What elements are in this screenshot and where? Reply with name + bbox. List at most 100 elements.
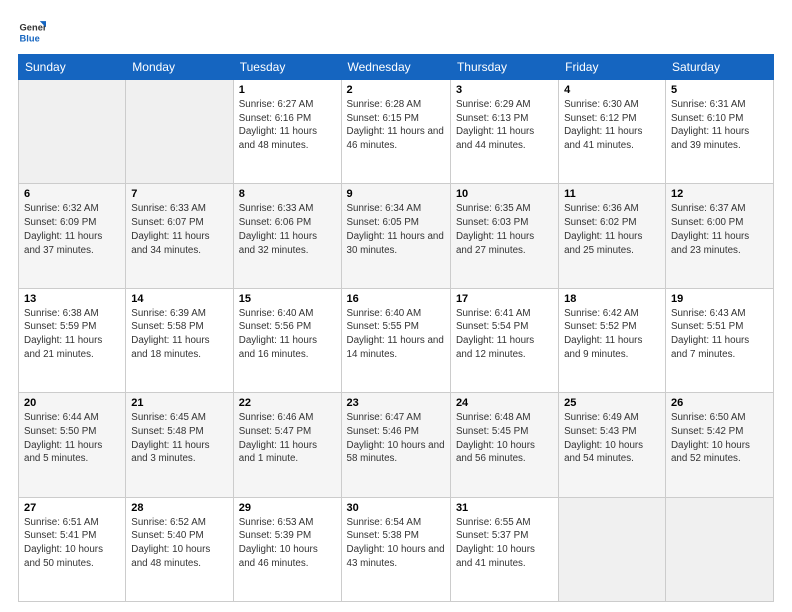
day-info: Sunrise: 6:35 AMSunset: 6:03 PMDaylight:… (456, 202, 553, 257)
day-info: Sunrise: 6:38 AMSunset: 5:59 PMDaylight:… (24, 307, 120, 362)
calendar-header-friday: Friday (559, 55, 666, 80)
calendar-cell: 2 Sunrise: 6:28 AMSunset: 6:15 PMDaylight… (341, 80, 450, 184)
calendar-cell: 24Sunrise: 6:48 AMSunset: 5:45 PMDayligh… (450, 393, 558, 497)
day-number: 16 (347, 293, 445, 305)
day-number: 23 (347, 397, 445, 409)
day-info: Sunrise: 6:32 AMSunset: 6:09 PMDaylight:… (24, 202, 120, 257)
day-info: Sunrise: 6:33 AMSunset: 6:06 PMDaylight:… (239, 202, 336, 257)
calendar-cell: 4 Sunrise: 6:30 AMSunset: 6:12 PMDaylight… (559, 80, 666, 184)
logo: General Blue (18, 18, 48, 46)
calendar-cell: 6Sunrise: 6:32 AMSunset: 6:09 PMDaylight… (19, 184, 126, 288)
calendar-header-thursday: Thursday (450, 55, 558, 80)
day-number: 3 (456, 84, 553, 96)
day-info: Sunrise: 6:34 AMSunset: 6:05 PMDaylight:… (347, 202, 445, 257)
day-info: Sunrise: 6:36 AMSunset: 6:02 PMDaylight:… (564, 202, 660, 257)
calendar-cell: 30 Sunrise: 6:54 AMSunset: 5:38 PMDayligh… (341, 497, 450, 601)
day-info: Sunrise: 6:48 AMSunset: 5:45 PMDaylight:… (456, 411, 553, 466)
day-number: 19 (671, 293, 768, 305)
page-header: General Blue (18, 18, 774, 46)
day-number: 21 (131, 397, 227, 409)
day-info: Sunrise: 6:39 AMSunset: 5:58 PMDaylight:… (131, 307, 227, 362)
calendar-week-row: 13 Sunrise: 6:38 AMSunset: 5:59 PMDayligh… (19, 288, 774, 392)
day-info: Sunrise: 6:51 AMSunset: 5:41 PMDaylight:… (24, 516, 120, 571)
day-number: 14 (131, 293, 227, 305)
day-number: 15 (239, 293, 336, 305)
calendar-cell: 27 Sunrise: 6:51 AMSunset: 5:41 PMDayligh… (19, 497, 126, 601)
day-info: Sunrise: 6:44 AMSunset: 5:50 PMDaylight:… (24, 411, 120, 466)
day-info: Sunrise: 6:49 AMSunset: 5:43 PMDaylight:… (564, 411, 660, 466)
day-number: 13 (24, 293, 120, 305)
calendar-cell: 21 Sunrise: 6:45 AMSunset: 5:48 PMDayligh… (126, 393, 233, 497)
day-number: 29 (239, 502, 336, 514)
day-info: Sunrise: 6:31 AMSunset: 6:10 PMDaylight:… (671, 98, 768, 153)
day-info: Sunrise: 6:29 AMSunset: 6:13 PMDaylight:… (456, 98, 553, 153)
day-info: Sunrise: 6:52 AMSunset: 5:40 PMDaylight:… (131, 516, 227, 571)
calendar-header-tuesday: Tuesday (233, 55, 341, 80)
day-number: 22 (239, 397, 336, 409)
day-info: Sunrise: 6:37 AMSunset: 6:00 PMDaylight:… (671, 202, 768, 257)
calendar-week-row: 1 Sunrise: 6:27 AMSunset: 6:16 PMDaylight… (19, 80, 774, 184)
day-info: Sunrise: 6:47 AMSunset: 5:46 PMDaylight:… (347, 411, 445, 466)
calendar-cell (126, 80, 233, 184)
calendar-cell: 13 Sunrise: 6:38 AMSunset: 5:59 PMDayligh… (19, 288, 126, 392)
day-info: Sunrise: 6:50 AMSunset: 5:42 PMDaylight:… (671, 411, 768, 466)
calendar-cell: 25 Sunrise: 6:49 AMSunset: 5:43 PMDayligh… (559, 393, 666, 497)
calendar-cell: 12 Sunrise: 6:37 AMSunset: 6:00 PMDayligh… (665, 184, 773, 288)
calendar-cell: 23 Sunrise: 6:47 AMSunset: 5:46 PMDayligh… (341, 393, 450, 497)
calendar-cell: 18 Sunrise: 6:42 AMSunset: 5:52 PMDayligh… (559, 288, 666, 392)
calendar-cell: 20Sunrise: 6:44 AMSunset: 5:50 PMDayligh… (19, 393, 126, 497)
day-number: 2 (347, 84, 445, 96)
calendar-cell: 5 Sunrise: 6:31 AMSunset: 6:10 PMDaylight… (665, 80, 773, 184)
day-number: 1 (239, 84, 336, 96)
day-number: 26 (671, 397, 768, 409)
calendar-header-wednesday: Wednesday (341, 55, 450, 80)
day-info: Sunrise: 6:28 AMSunset: 6:15 PMDaylight:… (347, 98, 445, 153)
day-number: 27 (24, 502, 120, 514)
calendar-cell: 28Sunrise: 6:52 AMSunset: 5:40 PMDayligh… (126, 497, 233, 601)
day-number: 30 (347, 502, 445, 514)
day-info: Sunrise: 6:43 AMSunset: 5:51 PMDaylight:… (671, 307, 768, 362)
day-number: 25 (564, 397, 660, 409)
day-info: Sunrise: 6:45 AMSunset: 5:48 PMDaylight:… (131, 411, 227, 466)
calendar-week-row: 27 Sunrise: 6:51 AMSunset: 5:41 PMDayligh… (19, 497, 774, 601)
day-info: Sunrise: 6:40 AMSunset: 5:55 PMDaylight:… (347, 307, 445, 362)
calendar-cell: 11 Sunrise: 6:36 AMSunset: 6:02 PMDayligh… (559, 184, 666, 288)
day-number: 17 (456, 293, 553, 305)
calendar-cell (19, 80, 126, 184)
day-info: Sunrise: 6:27 AMSunset: 6:16 PMDaylight:… (239, 98, 336, 153)
calendar-cell (665, 497, 773, 601)
calendar-cell: 31 Sunrise: 6:55 AMSunset: 5:37 PMDayligh… (450, 497, 558, 601)
svg-text:General: General (20, 22, 46, 32)
calendar-header-monday: Monday (126, 55, 233, 80)
day-info: Sunrise: 6:42 AMSunset: 5:52 PMDaylight:… (564, 307, 660, 362)
day-number: 8 (239, 188, 336, 200)
calendar-header-row: SundayMondayTuesdayWednesdayThursdayFrid… (19, 55, 774, 80)
day-number: 9 (347, 188, 445, 200)
svg-text:Blue: Blue (20, 33, 40, 43)
day-info: Sunrise: 6:53 AMSunset: 5:39 PMDaylight:… (239, 516, 336, 571)
calendar-cell: 7 Sunrise: 6:33 AMSunset: 6:07 PMDaylight… (126, 184, 233, 288)
calendar-cell: 19 Sunrise: 6:43 AMSunset: 5:51 PMDayligh… (665, 288, 773, 392)
calendar-cell: 1 Sunrise: 6:27 AMSunset: 6:16 PMDaylight… (233, 80, 341, 184)
calendar-cell: 3 Sunrise: 6:29 AMSunset: 6:13 PMDaylight… (450, 80, 558, 184)
day-number: 12 (671, 188, 768, 200)
day-number: 11 (564, 188, 660, 200)
day-info: Sunrise: 6:30 AMSunset: 6:12 PMDaylight:… (564, 98, 660, 153)
day-number: 31 (456, 502, 553, 514)
calendar-week-row: 20Sunrise: 6:44 AMSunset: 5:50 PMDayligh… (19, 393, 774, 497)
day-info: Sunrise: 6:54 AMSunset: 5:38 PMDaylight:… (347, 516, 445, 571)
calendar-week-row: 6Sunrise: 6:32 AMSunset: 6:09 PMDaylight… (19, 184, 774, 288)
day-number: 5 (671, 84, 768, 96)
calendar-header-saturday: Saturday (665, 55, 773, 80)
day-number: 18 (564, 293, 660, 305)
day-info: Sunrise: 6:33 AMSunset: 6:07 PMDaylight:… (131, 202, 227, 257)
day-info: Sunrise: 6:41 AMSunset: 5:54 PMDaylight:… (456, 307, 553, 362)
calendar-cell: 16 Sunrise: 6:40 AMSunset: 5:55 PMDayligh… (341, 288, 450, 392)
calendar-cell: 29 Sunrise: 6:53 AMSunset: 5:39 PMDayligh… (233, 497, 341, 601)
calendar-cell: 8 Sunrise: 6:33 AMSunset: 6:06 PMDaylight… (233, 184, 341, 288)
day-info: Sunrise: 6:55 AMSunset: 5:37 PMDaylight:… (456, 516, 553, 571)
calendar-header-sunday: Sunday (19, 55, 126, 80)
day-number: 7 (131, 188, 227, 200)
day-number: 4 (564, 84, 660, 96)
day-number: 10 (456, 188, 553, 200)
